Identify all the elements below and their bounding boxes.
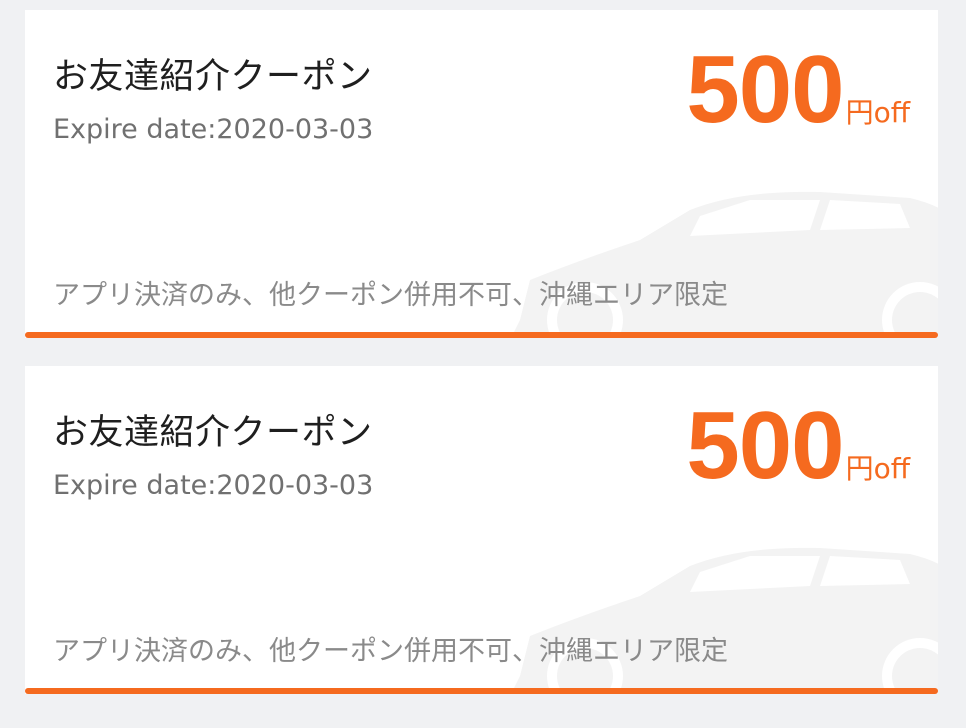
coupon-title: お友達紹介クーポン [53,413,373,453]
expire-date: Expire date:2020-03-03 [53,114,374,145]
expire-date: Expire date:2020-03-03 [53,470,374,501]
discount-amount: 500円off [686,42,910,138]
coupon-title: お友達紹介クーポン [53,57,373,97]
coupon-card[interactable]: お友達紹介クーポン Expire date:2020-03-03 500円off… [25,10,938,338]
amount-unit: 円off [845,452,910,485]
car-icon [511,191,938,338]
discount-amount: 500円off [686,398,910,494]
coupon-card[interactable]: お友達紹介クーポン Expire date:2020-03-03 500円off… [25,366,938,694]
amount-value: 500 [686,392,844,499]
coupon-conditions: アプリ決済のみ、他クーポン併用不可、沖縄エリア限定 [53,636,728,667]
amount-value: 500 [686,36,844,143]
amount-unit: 円off [845,96,910,129]
car-icon [511,547,938,694]
accent-divider [25,332,938,338]
accent-divider [25,688,938,694]
coupon-conditions: アプリ決済のみ、他クーポン併用不可、沖縄エリア限定 [53,280,728,311]
